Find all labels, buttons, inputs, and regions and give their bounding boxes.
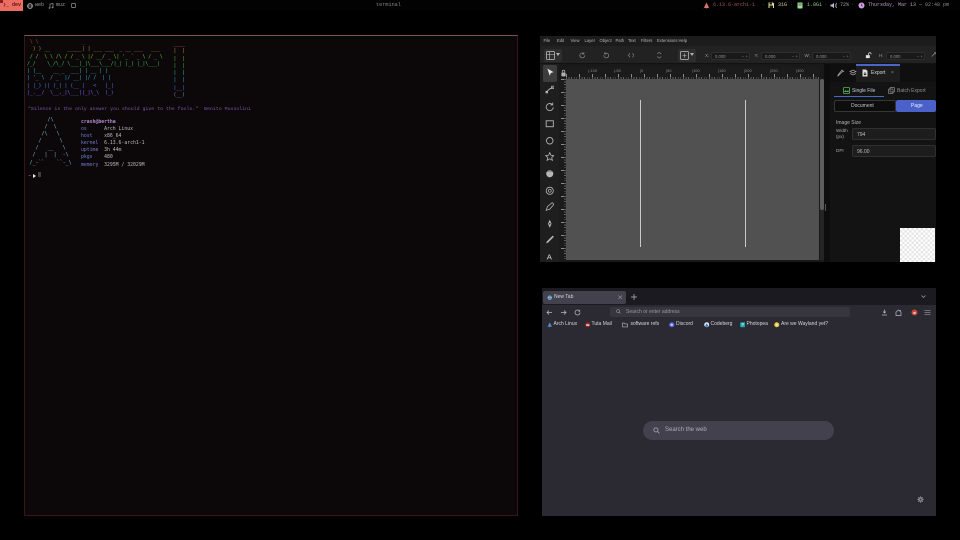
- svg-text:A: A: [546, 253, 552, 262]
